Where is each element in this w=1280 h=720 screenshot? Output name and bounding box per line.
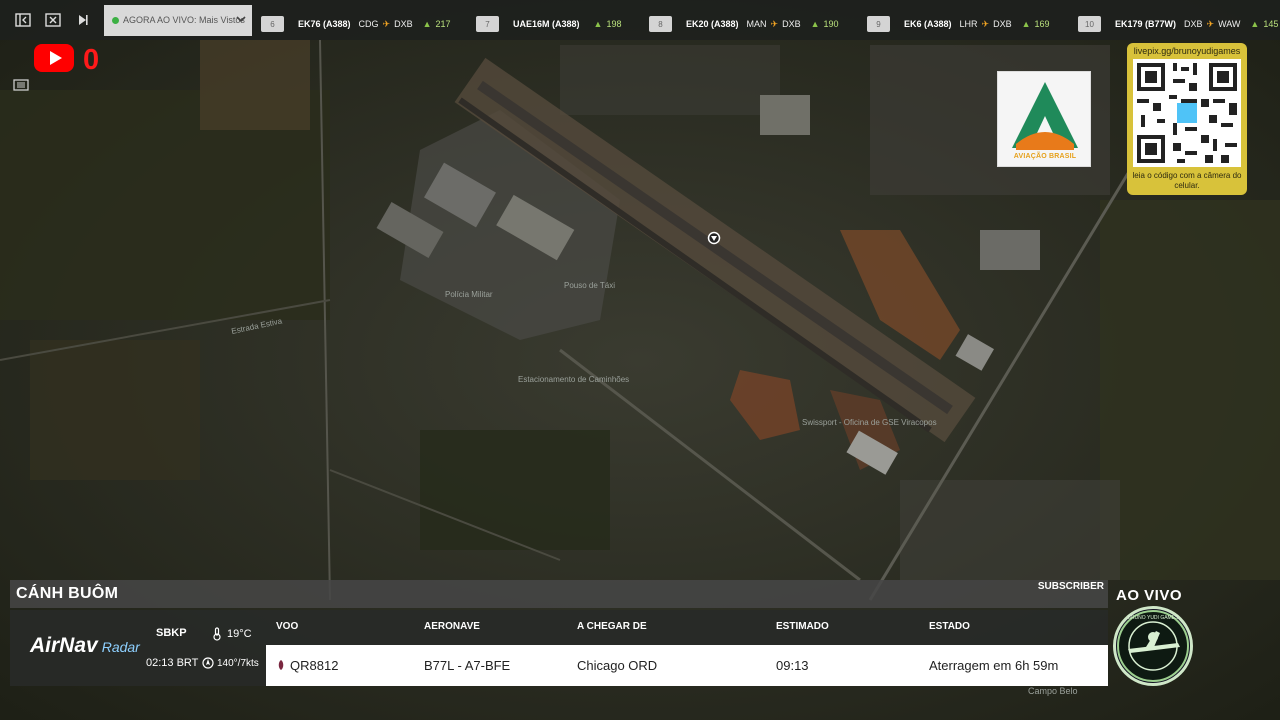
map-label: Polícia Militar — [445, 290, 493, 299]
flight-to: DXB — [394, 19, 413, 29]
flight-entry[interactable]: 9 EK6 (A388) LHR ✈ DXB ▲ 169 — [867, 15, 1050, 33]
plane-arrow-icon: ✈ — [382, 18, 391, 29]
list-icon[interactable] — [12, 78, 32, 94]
row-status: Aterragem em 6h 59m — [929, 658, 1059, 673]
thermometer-icon — [213, 627, 221, 641]
live-select-label: AGORA AO VIVO: Mais Vistos — [123, 15, 245, 25]
live-label: AO VIVO — [1116, 587, 1183, 604]
flight-views: 145 — [1263, 19, 1279, 29]
flight-rank: 7 — [476, 16, 499, 32]
map-pin-icon[interactable] — [707, 231, 721, 245]
sidebar-toggle-icon[interactable] — [10, 7, 36, 33]
flight-from: LHR — [959, 19, 978, 29]
flight-views: 190 — [823, 19, 839, 29]
flight-info-panel: AirNav Radar SBKP 02:13 BRT 19°C 140°/7kt… — [10, 610, 1108, 686]
skip-next-icon[interactable] — [70, 7, 96, 33]
header-from: A CHEGAR DE — [577, 621, 647, 632]
flight-entry[interactable]: 8 EK20 (A388) MAN ✈ DXB ▲ 190 — [649, 15, 839, 33]
table-row[interactable]: QR8812 B77L - A7-BFE Chicago ORD 09:13 A… — [266, 645, 1108, 686]
flight-views: 198 — [606, 19, 622, 29]
flight-code: UAE16M (A388) — [513, 19, 580, 29]
wind-value: 140°/7kts — [217, 657, 259, 669]
map-label: Pouso de Táxi — [564, 281, 615, 290]
flight-views: 217 — [435, 19, 451, 29]
airline-icon — [275, 659, 287, 674]
header-status: ESTADO — [929, 621, 970, 632]
flight-code: EK6 (A388) — [904, 19, 952, 29]
top-flight-bar: AGORA AO VIVO: Mais Vistos 6 EK76 (A388)… — [0, 0, 1280, 40]
livepix-qr-card[interactable]: livepix.gg/brunoyudigames leia o código … — [1127, 43, 1247, 195]
header-flight: VOO — [276, 621, 299, 632]
flight-to: WAW — [1218, 19, 1241, 29]
airnav-radar-logo: AirNav Radar — [30, 634, 140, 658]
live-feed-select[interactable]: AGORA AO VIVO: Mais Vistos — [104, 4, 252, 36]
plane-arrow-icon: ✈ — [1206, 18, 1215, 29]
row-aircraft: B77L - A7-BFE — [424, 658, 511, 673]
local-time: 02:13 BRT — [146, 657, 199, 669]
viewers-icon: ▲ — [1250, 19, 1260, 29]
flight-code: EK76 (A388) — [298, 19, 351, 29]
flight-to: DXB — [782, 19, 801, 29]
flight-from: CDG — [358, 19, 379, 29]
flight-code: EK179 (B77W) — [1115, 19, 1177, 29]
flight-code: EK20 (A388) — [686, 19, 739, 29]
logo-text: AVIAÇÃO BRASIL — [1013, 153, 1077, 160]
plane-arrow-icon: ✈ — [981, 18, 990, 29]
wind-icon — [202, 657, 214, 669]
flight-to: DXB — [993, 19, 1012, 29]
wind: 140°/7kts — [202, 657, 259, 669]
flight-rank: 6 — [261, 16, 284, 32]
brand-main: AirNav — [30, 634, 98, 657]
close-panel-icon[interactable] — [40, 7, 66, 33]
flight-from: DXB — [1184, 19, 1203, 29]
qr-caption: leia o código com a câmera do celular. — [1132, 171, 1242, 190]
flight-entry[interactable]: 7 UAE16M (A388) ▲ 198 — [476, 15, 621, 33]
airport-code: SBKP — [156, 627, 187, 639]
viewers-icon: ▲ — [810, 19, 820, 29]
map-label: Campo Belo — [1028, 686, 1078, 696]
viewers-icon: ▲ — [1021, 19, 1031, 29]
live-dot-icon — [112, 16, 119, 24]
qr-url: livepix.gg/brunoyudigames — [1133, 46, 1241, 56]
bottom-title: CÁNH BUÔM — [16, 585, 119, 602]
map-label: Swissport - Oficina de GSE Viracopos — [802, 418, 937, 427]
badge-text: BRUNO YUDI GAMES — [1128, 615, 1179, 621]
channel-badge: BRUNO YUDI GAMES — [1113, 606, 1193, 686]
flight-views: 169 — [1034, 19, 1050, 29]
stream-overlay: Polícia Militar Pouso de Táxi Estacionam… — [0, 0, 1280, 720]
youtube-count: 0 — [83, 44, 100, 76]
viewers-icon: ▲ — [422, 19, 432, 29]
flight-entry[interactable]: 6 EK76 (A388) CDG ✈ DXB ▲ 217 — [261, 15, 451, 33]
map-label: Estacionamento de Caminhões — [518, 375, 629, 384]
viewers-icon: ▲ — [593, 19, 603, 29]
flight-rank: 9 — [867, 16, 890, 32]
temperature: 19°C — [210, 627, 252, 641]
brand-sub: Radar — [101, 639, 140, 655]
header-estimated: ESTIMADO — [776, 621, 829, 632]
flight-rank: 8 — [649, 16, 672, 32]
chevron-down-icon — [236, 15, 246, 22]
flight-from: MAN — [746, 19, 767, 29]
row-from: Chicago ORD — [577, 658, 658, 673]
flight-entry[interactable]: 10 EK179 (B77W) DXB ✈ WAW ▲ 145 — [1078, 15, 1278, 33]
pilot-emblem-icon: BRUNO YUDI GAMES — [1117, 610, 1189, 682]
subscriber-label: SUBSCRIBER — [1037, 581, 1104, 592]
flight-rank: 10 — [1078, 16, 1101, 32]
qr-code-icon — [1133, 59, 1241, 167]
row-flight: QR8812 — [290, 658, 339, 673]
header-aircraft: AERONAVE — [424, 621, 480, 632]
bottom-title-bar: CÁNH BUÔM SUBSCRIBER — [10, 580, 1108, 608]
youtube-icon[interactable] — [34, 44, 74, 72]
temperature-value: 19°C — [227, 628, 252, 640]
plane-arrow-icon: ✈ — [770, 18, 779, 29]
logo-a-icon — [1012, 82, 1078, 150]
aviacao-brasil-logo: AVIAÇÃO BRASIL — [997, 71, 1091, 167]
row-estimated: 09:13 — [776, 658, 809, 673]
